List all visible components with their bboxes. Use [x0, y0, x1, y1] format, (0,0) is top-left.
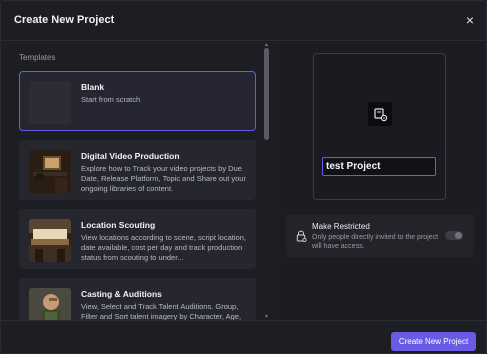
create-project-button[interactable]: Create New Project — [391, 332, 476, 351]
folder-settings-icon — [374, 108, 388, 122]
template-thumbnail — [29, 288, 71, 320]
restricted-title: Make Restricted — [312, 222, 370, 231]
project-name-input[interactable] — [322, 157, 436, 176]
restricted-description: Only people directly invited to the proj… — [312, 234, 439, 250]
restricted-toggle[interactable] — [445, 231, 463, 240]
project-preview — [313, 53, 446, 200]
template-card-location-scouting[interactable]: Location Scouting View locations accordi… — [19, 209, 256, 269]
project-settings-panel: Make Restricted Only people directly inv… — [273, 42, 486, 320]
create-project-dialog: Create New Project × Templates Blank Sta… — [0, 0, 487, 354]
restricted-option: Make Restricted Only people directly inv… — [286, 215, 474, 257]
template-card-digital-video-production[interactable]: Digital Video Production Explore how to … — [19, 140, 256, 200]
template-description: View, Select and Track Talent Auditions.… — [81, 302, 242, 320]
toggle-knob — [455, 232, 462, 239]
close-icon[interactable]: × — [466, 11, 474, 29]
template-card-blank[interactable]: Blank Start from scratch — [19, 71, 256, 131]
template-description: View locations according to scene, scrip… — [81, 233, 246, 262]
template-title: Digital Video Production — [81, 151, 180, 161]
templates-panel: Templates Blank Start from scratch Digit… — [1, 42, 273, 320]
dialog-footer: Create New Project — [1, 320, 486, 353]
lock-icon — [296, 230, 307, 242]
template-description: Start from scratch — [81, 95, 141, 104]
template-description: Explore how to Track your video projects… — [81, 164, 246, 193]
scrollbar-thumb[interactable] — [264, 48, 269, 140]
dialog-title: Create New Project — [14, 14, 115, 26]
templates-section-label: Templates — [19, 53, 56, 62]
dialog-header: Create New Project × — [1, 1, 486, 41]
template-title: Location Scouting — [81, 220, 156, 230]
templates-scrollbar[interactable]: ▲ ▼ — [264, 42, 269, 320]
template-thumbnail — [29, 150, 71, 193]
template-thumbnail — [29, 81, 71, 124]
template-thumbnail — [29, 219, 71, 262]
template-title: Blank — [81, 82, 105, 92]
template-title: Casting & Auditions — [81, 289, 162, 299]
template-card-casting-auditions[interactable]: Casting & Auditions View, Select and Tra… — [19, 278, 256, 320]
project-icon-button[interactable] — [368, 102, 392, 126]
